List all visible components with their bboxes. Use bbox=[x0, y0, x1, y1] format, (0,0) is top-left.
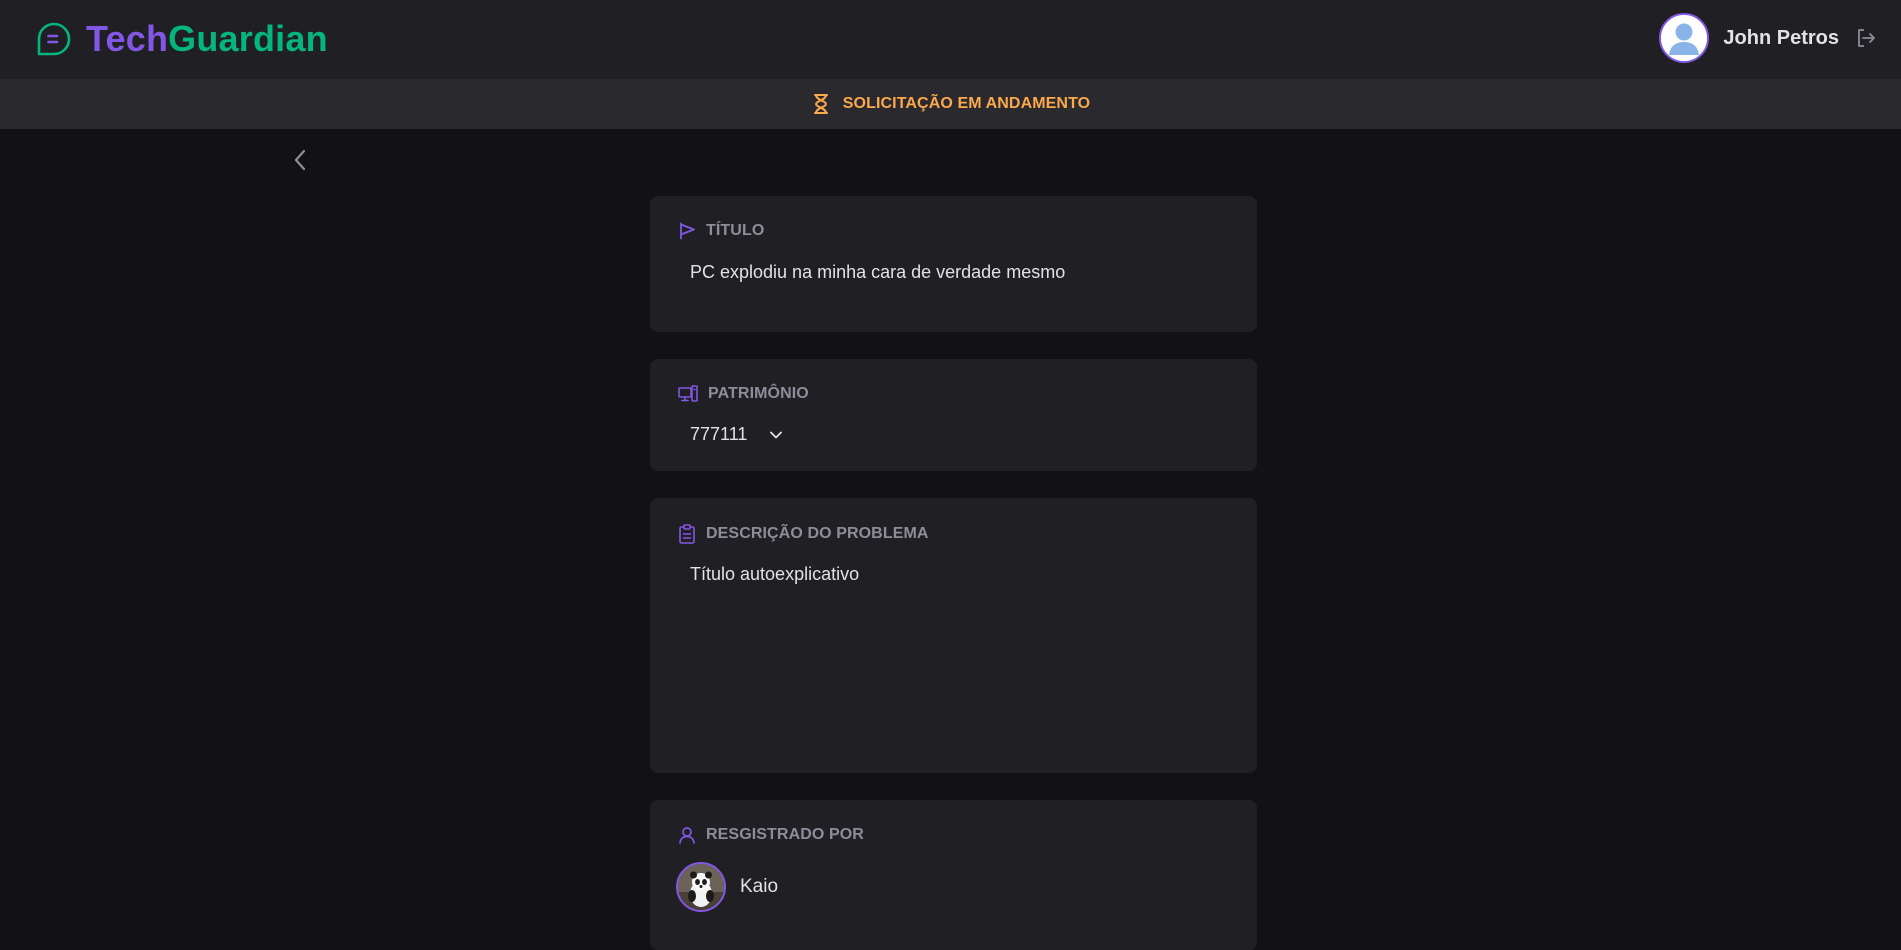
title-value: PC explodiu na minha cara de verdade mes… bbox=[690, 262, 1066, 282]
user-silhouette-icon bbox=[1661, 15, 1708, 61]
description-card: DESCRIÇÃO DO PROBLEMA Título autoexplica… bbox=[650, 498, 1257, 773]
chevron-down-icon bbox=[770, 431, 783, 438]
clipboard-icon bbox=[679, 524, 695, 544]
flag-icon bbox=[680, 222, 695, 240]
registered-by-label-row: RESGISTRADO POR bbox=[678, 826, 864, 844]
user-avatar-icon[interactable] bbox=[1659, 13, 1710, 63]
asset-label: PATRIMÔNIO bbox=[708, 385, 809, 402]
brand-name-tech: Tech bbox=[86, 18, 169, 59]
registrant: Kaio bbox=[676, 862, 778, 912]
registrant-name: Kaio bbox=[740, 876, 779, 897]
chat-bubble-icon bbox=[37, 22, 71, 56]
asset-value: 777111 bbox=[690, 424, 748, 444]
asset-card: PATRIMÔNIO 777111 bbox=[650, 359, 1257, 471]
status-bar: SOLICITAÇÃO EM ANDAMENTO bbox=[0, 79, 1901, 129]
panda-avatar-icon bbox=[676, 862, 726, 912]
sign-out-icon[interactable] bbox=[1855, 27, 1877, 49]
brand-logo[interactable]: TechGuardian bbox=[36, 19, 328, 59]
back-button[interactable] bbox=[288, 146, 312, 174]
description-value: Título autoexplicativo bbox=[690, 564, 860, 584]
asset-select[interactable]: 777111 bbox=[690, 424, 783, 445]
registered-by-card: RESGISTRADO POR Kaio bbox=[650, 800, 1257, 950]
desktop-icon bbox=[678, 385, 698, 402]
title-label: TÍTULO bbox=[706, 222, 765, 239]
status-text: SOLICITAÇÃO EM ANDAMENTO bbox=[842, 95, 1091, 112]
description-label: DESCRIÇÃO DO PROBLEMA bbox=[706, 525, 929, 542]
title-card: TÍTULO PC explodiu na minha cara de verd… bbox=[650, 196, 1257, 332]
user-name: John Petros bbox=[1723, 26, 1839, 49]
user-icon bbox=[679, 827, 695, 844]
user-menu: John Petros bbox=[1659, 13, 1877, 63]
hourglass-icon bbox=[813, 94, 828, 114]
title-label-row: TÍTULO bbox=[678, 222, 764, 240]
brand-name-guardian: Guardian bbox=[168, 18, 328, 59]
brand-name: TechGuardian bbox=[86, 19, 328, 59]
registered-by-label: RESGISTRADO POR bbox=[706, 826, 864, 843]
chevron-left-icon bbox=[294, 149, 306, 171]
asset-label-row: PATRIMÔNIO bbox=[678, 385, 809, 403]
top-header: TechGuardian John Petros bbox=[0, 0, 1901, 79]
description-label-row: DESCRIÇÃO DO PROBLEMA bbox=[678, 524, 929, 544]
